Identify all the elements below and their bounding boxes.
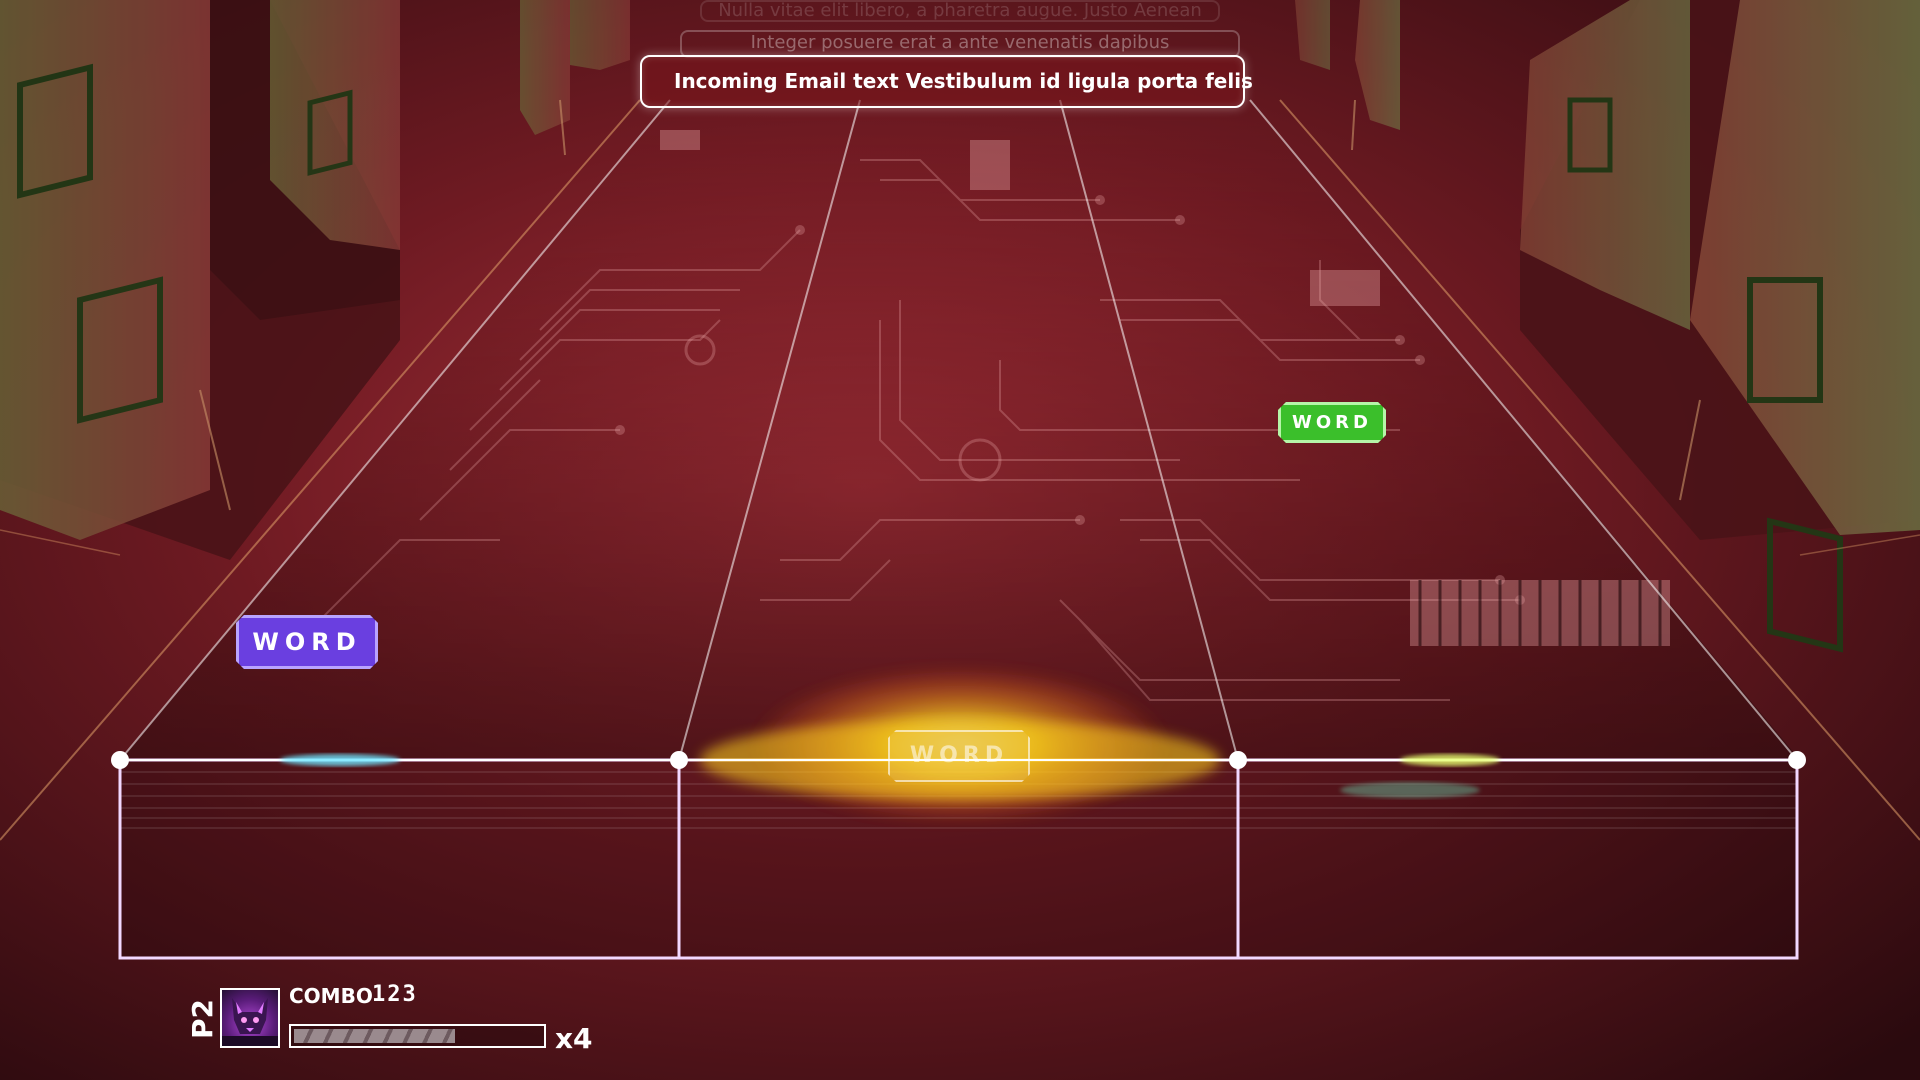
score-multiplier: x4 [555, 1022, 593, 1055]
player-label: P2 [186, 999, 219, 1040]
receptor-node [1788, 751, 1806, 769]
avatar-cat-icon [222, 998, 278, 1046]
word-note-purple: WORD [236, 615, 378, 669]
incoming-email-banner: Incoming Email text Vestibulum id ligula… [640, 55, 1253, 108]
player-avatar [220, 988, 280, 1048]
combo-progress-bar [289, 1024, 546, 1048]
receptor-node [1229, 751, 1247, 769]
combo-label: COMBO [289, 984, 373, 1008]
combo-progress-fill [294, 1029, 455, 1043]
email-queue-item: Integer posuere erat a ante venenatis da… [680, 30, 1240, 58]
receptor-node [670, 751, 688, 769]
email-queue-item: Nulla vitae elit libero, a pharetra augu… [700, 0, 1220, 22]
combo-value: 123 [372, 982, 418, 1007]
receptor-node [111, 751, 129, 769]
word-note-hit: WORD [888, 730, 1030, 782]
word-note-green: WORD [1278, 402, 1386, 443]
game-scene [0, 0, 1920, 1080]
